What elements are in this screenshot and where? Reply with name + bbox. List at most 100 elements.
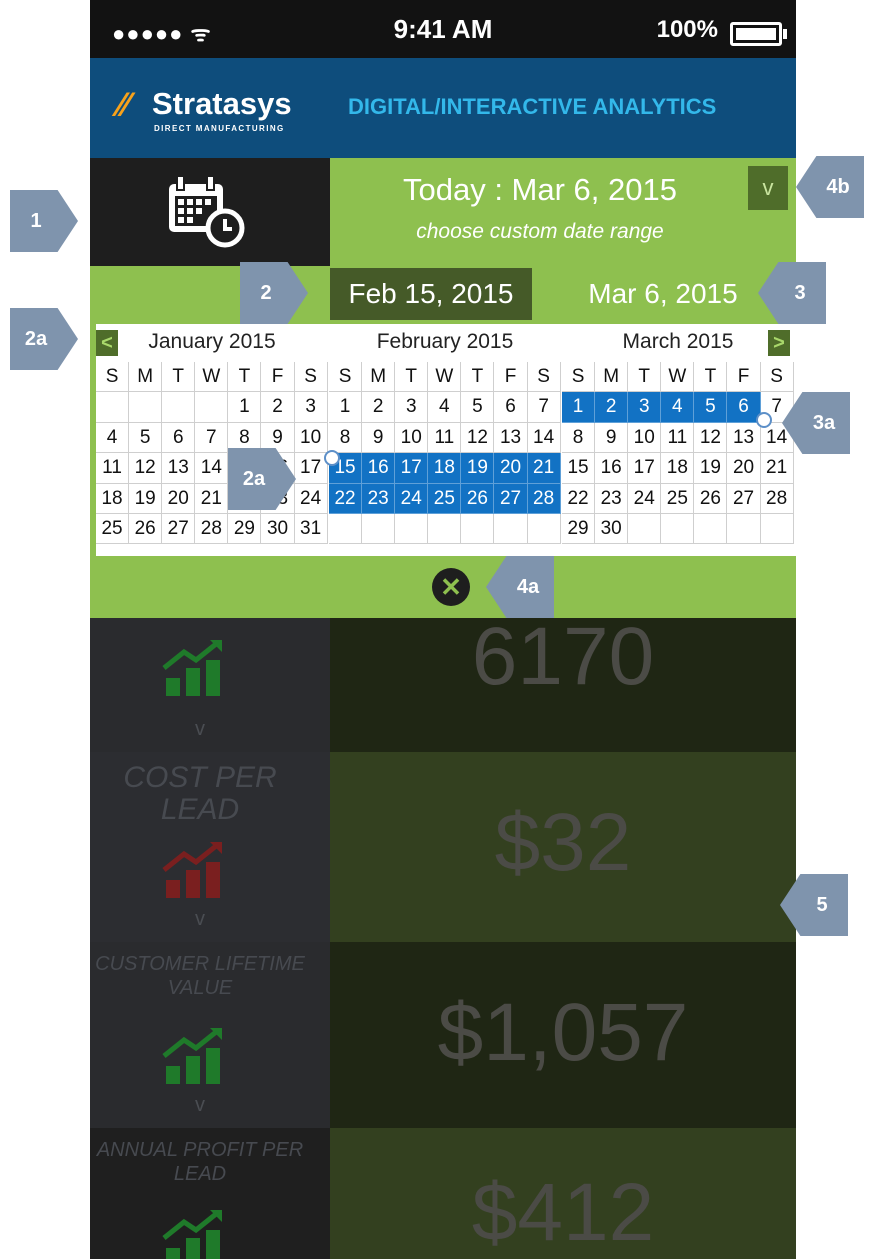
calendar-day[interactable]: 8 (329, 422, 363, 454)
calendar-day[interactable]: 18 (661, 453, 695, 484)
calendar-day[interactable]: 1 (228, 392, 262, 423)
start-date-field[interactable]: Feb 15, 2015 (330, 268, 532, 320)
calendar-day[interactable]: 20 (162, 483, 196, 514)
calendar-day[interactable]: 1 (329, 392, 363, 423)
calendar-day[interactable]: 13 (727, 422, 761, 454)
calendar-day[interactable]: 13 (162, 453, 196, 484)
calendar-day[interactable]: 30 (261, 513, 295, 545)
calendar-day[interactable]: 16 (362, 453, 396, 484)
calendar-day[interactable]: 23 (362, 483, 396, 514)
calendar-day[interactable]: 11 (96, 453, 130, 484)
date-dropdown-button[interactable]: v (748, 166, 788, 210)
calendar-day[interactable]: 26 (694, 483, 728, 514)
metric-expand-chevron[interactable]: v (90, 908, 310, 931)
calendar-day[interactable]: 20 (494, 453, 528, 484)
calendar-day[interactable]: 30 (595, 513, 629, 545)
calendar-day[interactable]: 24 (628, 483, 662, 514)
calendar-day[interactable]: 27 (494, 483, 528, 514)
calendar-day[interactable]: 19 (461, 453, 495, 484)
calendar-empty-cell (329, 513, 363, 545)
calendar-day[interactable]: 24 (294, 483, 328, 514)
calendar-day[interactable]: 31 (294, 513, 328, 545)
calendar-day[interactable]: 14 (527, 422, 561, 454)
calendar-day[interactable]: 22 (562, 483, 596, 514)
metric-label: CUSTOMER LIFETIME VALUE (95, 953, 305, 999)
calendar-day[interactable]: 24 (395, 483, 429, 514)
metric-tile-2[interactable]: CUSTOMER LIFETIME VALUE v (90, 942, 330, 1128)
calendar-day[interactable]: 5 (461, 392, 495, 423)
calendar-day[interactable]: 18 (96, 483, 130, 514)
calendar-day[interactable]: 16 (595, 453, 629, 484)
calendar-empty-cell (395, 513, 429, 545)
calendar-day[interactable]: 9 (362, 422, 396, 454)
calendar-day[interactable]: 21 (527, 453, 561, 484)
calendar-toggle-button[interactable] (90, 158, 330, 266)
calendar-day[interactable]: 12 (461, 422, 495, 454)
calendar-day[interactable]: 18 (428, 453, 462, 484)
calendar-day[interactable]: 8 (562, 422, 596, 454)
calendar-day[interactable]: 17 (395, 453, 429, 484)
calendar-day[interactable]: 7 (527, 392, 561, 423)
calendar-day[interactable]: 20 (727, 453, 761, 484)
calendar-day[interactable]: 1 (562, 392, 596, 423)
calendar-day[interactable]: 22 (329, 483, 363, 514)
calendar-day[interactable]: 10 (294, 422, 328, 454)
calendar-day[interactable]: 9 (595, 422, 629, 454)
calendar-day[interactable]: 27 (162, 513, 196, 545)
calendar-day[interactable]: 15 (562, 453, 596, 484)
calendar-day[interactable]: 6 (162, 422, 196, 454)
metric-tile-3[interactable]: ANNUAL PROFIT PER LEAD (90, 1128, 330, 1259)
calendar-day[interactable]: 23 (595, 483, 629, 514)
calendar-day[interactable]: 19 (129, 483, 163, 514)
metric-expand-chevron[interactable]: v (90, 718, 310, 741)
calendar-day[interactable]: 3 (395, 392, 429, 423)
metric-tile-0[interactable]: v (90, 618, 330, 752)
calendar-day[interactable]: 17 (294, 453, 328, 484)
calendar-day[interactable]: 4 (96, 422, 130, 454)
calendar-day[interactable]: 28 (195, 513, 229, 545)
calendar-day[interactable]: 13 (494, 422, 528, 454)
calendar-day[interactable]: 10 (395, 422, 429, 454)
calendar-day[interactable]: 14 (195, 453, 229, 484)
calendar-day[interactable]: 25 (661, 483, 695, 514)
calendar-day[interactable]: 4 (428, 392, 462, 423)
calendar-day[interactable]: 7 (195, 422, 229, 454)
calendar-empty-cell (694, 513, 728, 545)
calendar-clock-icon (169, 175, 245, 248)
calendar-day[interactable]: 5 (694, 392, 728, 423)
end-date-field[interactable]: Mar 6, 2015 (560, 268, 766, 320)
calendar-day[interactable]: 2 (261, 392, 295, 423)
calendar-day[interactable]: 3 (628, 392, 662, 423)
metric-tile-1[interactable]: COST PER LEAD v (90, 752, 330, 942)
trend-up-icon (162, 1210, 222, 1259)
close-calendar-button[interactable]: ✕ (432, 568, 470, 606)
calendar-day[interactable]: 29 (228, 513, 262, 545)
calendar-day[interactable]: 25 (96, 513, 130, 545)
calendar-day[interactable]: 3 (294, 392, 328, 423)
calendar-day[interactable]: 28 (527, 483, 561, 514)
calendar-day[interactable]: 19 (694, 453, 728, 484)
custom-range-link[interactable]: choose custom date range (330, 220, 750, 244)
calendar-day[interactable]: 4 (661, 392, 695, 423)
start-range-handle[interactable] (324, 450, 340, 466)
calendar-day[interactable]: 11 (428, 422, 462, 454)
calendar-day[interactable]: 5 (129, 422, 163, 454)
calendar-day[interactable]: 2 (595, 392, 629, 423)
calendar-day[interactable]: 26 (461, 483, 495, 514)
calendar-day[interactable]: 2 (362, 392, 396, 423)
calendar-day[interactable]: 17 (628, 453, 662, 484)
calendar-day[interactable]: 12 (129, 453, 163, 484)
calendar-day[interactable]: 12 (694, 422, 728, 454)
calendar-day[interactable]: 29 (562, 513, 596, 545)
calendar-day[interactable]: 26 (129, 513, 163, 545)
calendar-day[interactable]: 21 (195, 483, 229, 514)
calendar-day[interactable]: 27 (727, 483, 761, 514)
calendar-day[interactable]: 10 (628, 422, 662, 454)
end-range-handle[interactable] (756, 412, 772, 428)
calendar-day[interactable]: 21 (760, 453, 794, 484)
metric-expand-chevron[interactable]: v (90, 1094, 310, 1117)
calendar-day[interactable]: 11 (661, 422, 695, 454)
calendar-day[interactable]: 6 (494, 392, 528, 423)
calendar-day[interactable]: 25 (428, 483, 462, 514)
calendar-day[interactable]: 28 (760, 483, 794, 514)
